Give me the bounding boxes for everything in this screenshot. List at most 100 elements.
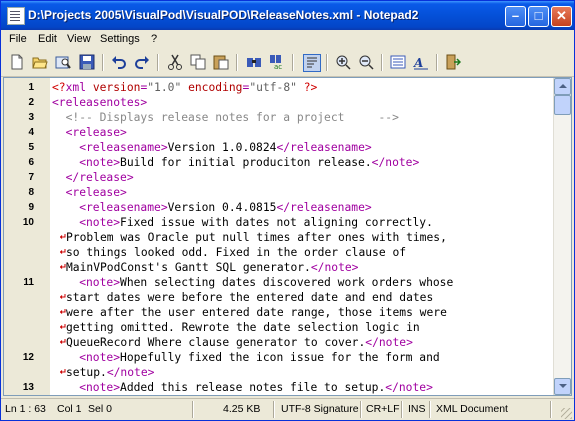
wrapped-line[interactable]: MainVPodConst's Gantt SQL generator.</no… bbox=[4, 260, 554, 275]
exit-icon[interactable] bbox=[445, 54, 461, 70]
code-line[interactable]: 4 <release> bbox=[4, 125, 554, 140]
title-bar[interactable]: D:\Projects 2005\VisualPod\VisualPOD\Rel… bbox=[1, 1, 574, 30]
line-number: 11 bbox=[23, 277, 34, 288]
line-code: getting omitted. Rewrote the date select… bbox=[66, 320, 420, 335]
code-line[interactable]: 7 </release> bbox=[4, 170, 554, 185]
code-line[interactable]: 13 <note>Added this release notes file t… bbox=[4, 380, 554, 395]
copy-icon[interactable] bbox=[190, 54, 206, 70]
line-code: <note>Added this release notes file to s… bbox=[52, 380, 433, 395]
paste-icon[interactable] bbox=[213, 54, 229, 70]
replace-icon[interactable]: ac bbox=[269, 54, 285, 70]
code-token: <note> bbox=[52, 381, 121, 394]
line-code: <note>When selecting dates discovered wo… bbox=[52, 275, 453, 290]
resize-grip[interactable] bbox=[561, 408, 572, 419]
svg-text:ac: ac bbox=[274, 63, 282, 70]
window-title: D:\Projects 2005\VisualPod\VisualPOD\Rel… bbox=[28, 8, 419, 22]
code-line[interactable]: 9 <releasename>Version 0.4.0815</release… bbox=[4, 200, 554, 215]
code-line[interactable]: 2 <releasenotes> bbox=[4, 95, 554, 110]
minimize-button[interactable]: – bbox=[505, 6, 526, 27]
save-icon[interactable] bbox=[79, 54, 95, 70]
vertical-scrollbar[interactable] bbox=[553, 78, 571, 395]
zoom-out-icon[interactable] bbox=[358, 54, 374, 70]
close-button[interactable]: ✕ bbox=[551, 6, 572, 27]
line-code: start dates were before the entered date… bbox=[66, 290, 433, 305]
code-token: <note> bbox=[52, 351, 121, 364]
code-token: ?> bbox=[303, 81, 318, 94]
zoom-in-icon[interactable] bbox=[335, 54, 351, 70]
code-token: </note> bbox=[365, 336, 413, 349]
code-token: were after the user entered date range, … bbox=[66, 306, 447, 319]
menu-view[interactable]: View bbox=[67, 33, 91, 45]
menu-settings[interactable]: Settings bbox=[100, 33, 140, 45]
line-code: </release> bbox=[52, 170, 134, 185]
word-wrap-icon[interactable] bbox=[303, 54, 321, 72]
line-code: <releasename>Version 1.0.0824</releasena… bbox=[52, 140, 372, 155]
font-icon[interactable]: A bbox=[413, 54, 429, 70]
line-code: Problem was Oracle put null times after … bbox=[66, 230, 447, 245]
find-icon[interactable] bbox=[246, 54, 262, 70]
maximize-button[interactable]: □ bbox=[528, 6, 549, 27]
line-number: 7 bbox=[28, 172, 34, 183]
new-file-icon[interactable] bbox=[9, 54, 25, 70]
status-insert-mode[interactable]: INS bbox=[408, 403, 426, 415]
wrapped-line[interactable]: QueueRecord Where clause generator to co… bbox=[4, 335, 554, 350]
line-code: <?xml version="1.0" encoding="utf-8" ?> bbox=[52, 80, 317, 95]
code-line[interactable]: 8 <release> bbox=[4, 185, 554, 200]
line-code: <note>Build for initial produciton relea… bbox=[52, 155, 419, 170]
code-token: version bbox=[92, 81, 141, 94]
status-encoding[interactable]: UTF-8 Signature bbox=[281, 403, 359, 415]
scroll-down-button[interactable] bbox=[554, 378, 571, 395]
code-token: Problem was Oracle put null times after … bbox=[66, 231, 447, 244]
code-token: so things looked odd. Fixed in the order… bbox=[66, 246, 407, 259]
code-token: </note> bbox=[385, 381, 433, 394]
line-number: 3 bbox=[28, 112, 34, 123]
line-code: so things looked odd. Fixed in the order… bbox=[66, 245, 406, 260]
code-token: <!-- Displays release notes for a projec… bbox=[52, 111, 399, 124]
line-code: <release> bbox=[52, 185, 127, 200]
scroll-thumb[interactable] bbox=[554, 95, 571, 115]
code-token: </release> bbox=[52, 171, 134, 184]
code-line[interactable]: 6 <note>Build for initial produciton rel… bbox=[4, 155, 554, 170]
menu-file[interactable]: File bbox=[9, 33, 27, 45]
open-file-icon[interactable] bbox=[32, 54, 48, 70]
undo-icon[interactable] bbox=[111, 54, 127, 70]
wrapped-line[interactable]: so things looked odd. Fixed in the order… bbox=[4, 245, 554, 260]
menu-edit[interactable]: Edit bbox=[38, 33, 57, 45]
notepad-app-icon[interactable] bbox=[7, 7, 25, 25]
code-token: </note> bbox=[106, 366, 155, 379]
menu-help[interactable]: ? bbox=[151, 33, 157, 45]
view-scheme-icon[interactable] bbox=[390, 54, 406, 70]
wrapped-line[interactable]: getting omitted. Rewrote the date select… bbox=[4, 320, 554, 335]
code-token: QueueRecord Where clause generator to co… bbox=[66, 336, 366, 349]
wrapped-line[interactable]: setup.</note> bbox=[4, 365, 554, 380]
line-code: <releasename>Version 0.4.0815</releasena… bbox=[52, 200, 371, 215]
code-line[interactable]: 10 <note>Fixed issue with dates not alig… bbox=[4, 215, 554, 230]
text-editor[interactable]: 1 <?xml version="1.0" encoding="utf-8" ?>… bbox=[3, 77, 572, 396]
code-token: xml bbox=[65, 81, 93, 94]
code-token: </releasename> bbox=[276, 141, 372, 154]
redo-icon[interactable] bbox=[134, 54, 150, 70]
code-line[interactable]: 12 <note>Hopefully fixed the icon issue … bbox=[4, 350, 554, 365]
code-token: </note> bbox=[371, 156, 420, 169]
wrapped-line[interactable]: start dates were before the entered date… bbox=[4, 290, 554, 305]
scroll-up-button[interactable] bbox=[554, 78, 571, 95]
code-line[interactable]: 3 <!-- Displays release notes for a proj… bbox=[4, 110, 554, 125]
wrapped-line[interactable]: Problem was Oracle put null times after … bbox=[4, 230, 554, 245]
browse-icon[interactable] bbox=[55, 54, 71, 70]
status-document-type[interactable]: XML Document bbox=[436, 403, 508, 415]
code-token: Version 1.0.0824 bbox=[167, 141, 277, 154]
cut-icon[interactable] bbox=[167, 54, 183, 70]
status-line-endings[interactable]: CR+LF bbox=[366, 403, 400, 415]
code-token: <note> bbox=[52, 156, 121, 169]
menu-bar: File Edit View Settings ? bbox=[1, 30, 574, 49]
code-line[interactable]: 5 <releasename>Version 1.0.0824</release… bbox=[4, 140, 554, 155]
line-code: <note>Hopefully fixed the icon issue for… bbox=[52, 350, 439, 365]
line-number: 5 bbox=[28, 142, 34, 153]
code-line[interactable]: 11 <note>When selecting dates discovered… bbox=[4, 275, 554, 290]
code-line[interactable]: 1 <?xml version="1.0" encoding="utf-8" ?> bbox=[4, 80, 554, 95]
code-token: Version 0.4.0815 bbox=[167, 201, 277, 214]
wrapped-line[interactable]: were after the user entered date range, … bbox=[4, 305, 554, 320]
line-number: 8 bbox=[28, 187, 34, 198]
status-selection: Sel 0 bbox=[88, 403, 112, 415]
line-number: 4 bbox=[28, 127, 34, 138]
